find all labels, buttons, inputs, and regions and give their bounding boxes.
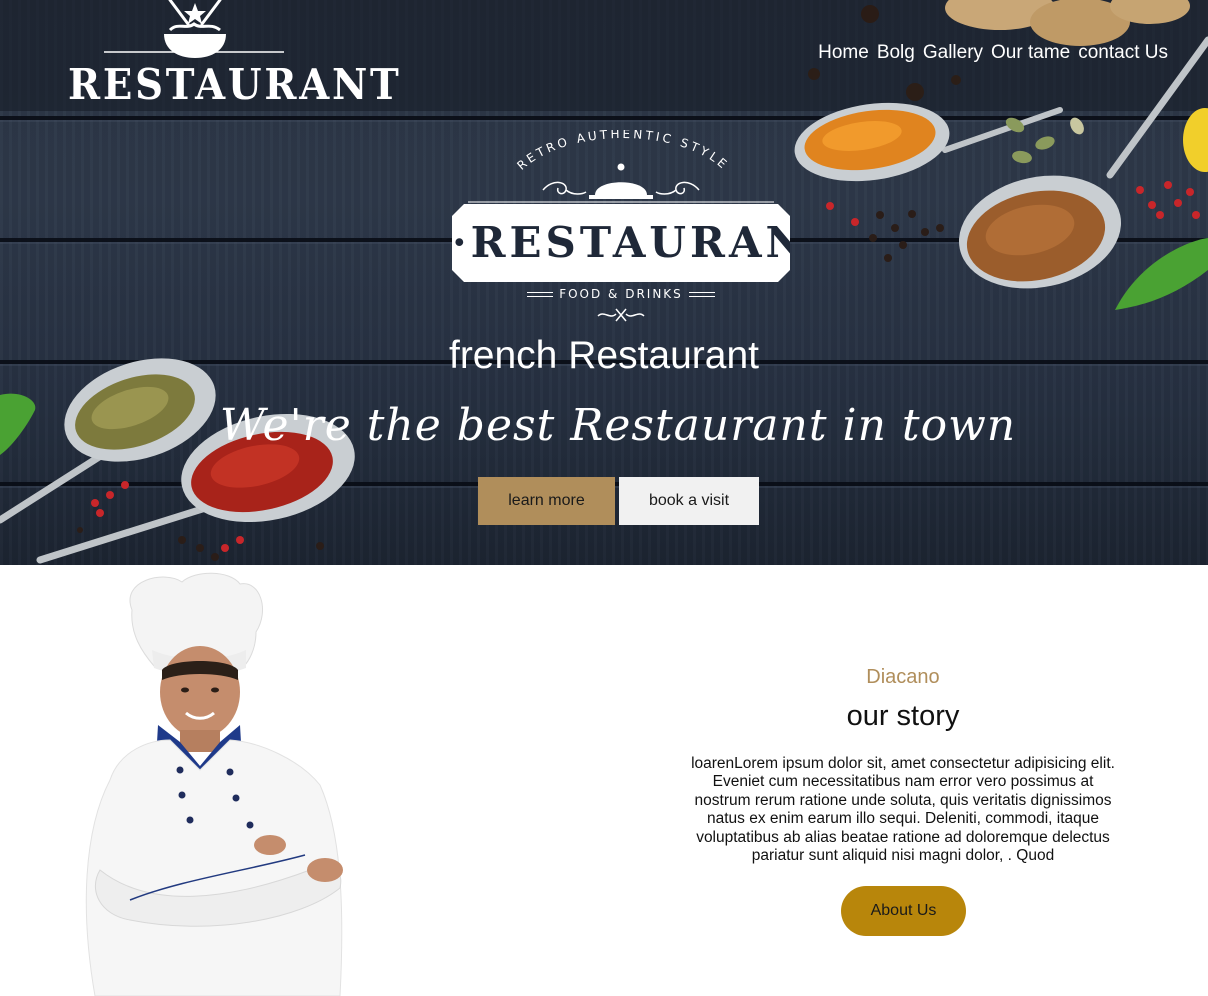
book-visit-button[interactable]: book a visit: [619, 477, 759, 525]
story-title: our story: [846, 700, 960, 732]
nav-contact[interactable]: contact Us: [1078, 42, 1168, 64]
nav-blog[interactable]: Bolg: [877, 42, 915, 64]
hero-tagline: We're the best Restaurant in town: [219, 400, 1017, 451]
lemon-decoration: [1183, 108, 1208, 172]
logo-text: RESTAURANT: [68, 60, 402, 109]
noodle-bowl-icon: [104, 0, 284, 58]
cloche-icon: [589, 163, 653, 199]
restaurant-badge: RETRO AUTHENTIC STYLE ·RESTAURANT· FOOD …: [448, 130, 794, 322]
leaf-decoration: [1115, 238, 1208, 310]
story-body: loarenLorem ipsum dolor sit, amet consec…: [691, 755, 1115, 865]
chef-image: [85, 572, 343, 996]
story-kicker: Diacano: [866, 666, 940, 688]
about-us-button[interactable]: About Us: [841, 886, 966, 936]
nav-team[interactable]: Our tame: [991, 42, 1070, 64]
badge-plate: ·RESTAURANT·: [452, 204, 790, 282]
nav-gallery[interactable]: Gallery: [923, 42, 983, 64]
hero-section: RESTAURANT Home Bolg Gallery Our tame co…: [0, 0, 1208, 565]
learn-more-button[interactable]: learn more: [478, 477, 615, 525]
cutlery-icon: [597, 308, 645, 322]
site-logo[interactable]: RESTAURANT: [62, 0, 402, 109]
badge-subtitle: FOOD & DRINKS: [448, 287, 794, 301]
hero-title: french Restaurant: [448, 334, 759, 377]
badge-title: ·RESTAURANT·: [452, 218, 862, 267]
main-nav: Home Bolg Gallery Our tame contact Us: [818, 42, 1168, 64]
nav-home[interactable]: Home: [818, 42, 869, 64]
